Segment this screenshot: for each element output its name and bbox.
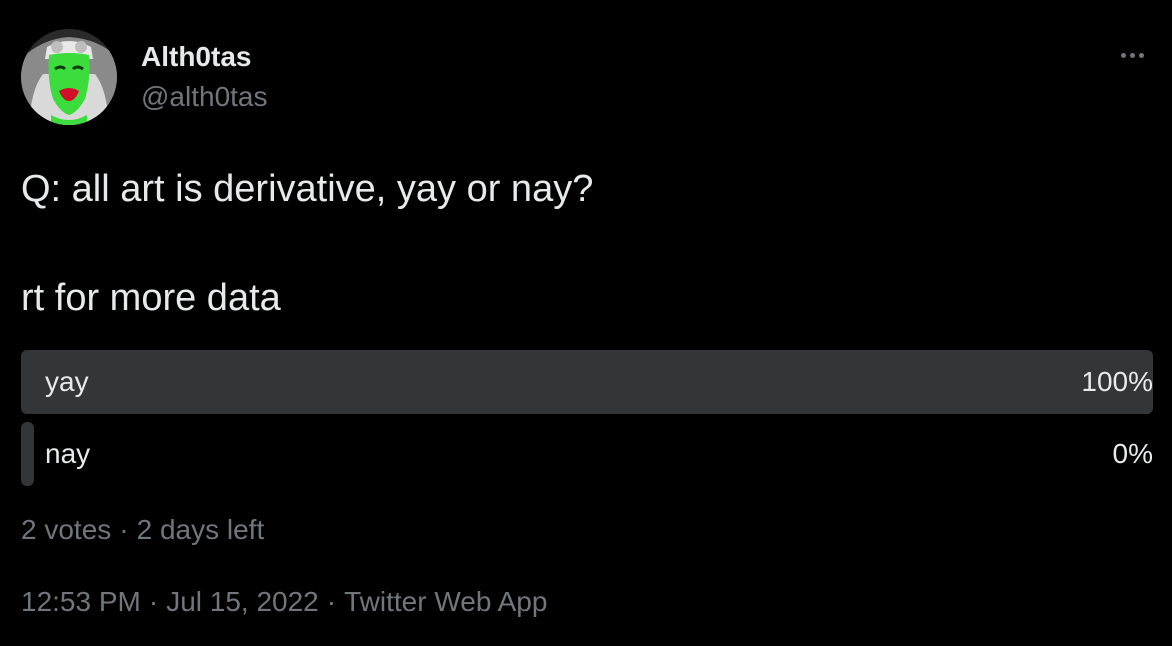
poll-option-percent: 0%	[1112, 438, 1153, 469]
poll: yay 100% nay 0%	[21, 350, 1153, 494]
poll-vote-count: 2 votes	[21, 514, 112, 545]
separator: ·	[119, 514, 129, 545]
poll-option-label: nay	[45, 438, 91, 469]
poll-option-label: yay	[45, 366, 89, 397]
separator: ·	[148, 586, 159, 617]
tweet: Alth0tas @alth0tas Q: all art is derivat…	[0, 0, 1172, 646]
poll-time-left: 2 days left	[136, 514, 265, 545]
tweet-text: Q: all art is derivative, yay or nay? rt…	[21, 164, 1151, 323]
poll-option-percent: 100%	[1081, 366, 1153, 397]
tweet-timestamp-date[interactable]: Jul 15, 2022	[166, 586, 319, 617]
green-face-avatar-icon	[21, 29, 117, 125]
poll-option-nay[interactable]: nay 0%	[21, 422, 1153, 486]
poll-result-bar	[21, 350, 1153, 414]
tweet-timestamp-time[interactable]: 12:53 PM	[21, 586, 141, 617]
display-name[interactable]: Alth0tas	[141, 40, 251, 74]
avatar[interactable]	[21, 29, 117, 125]
user-handle[interactable]: @alth0tas	[141, 80, 268, 114]
tweet-source-link[interactable]: Twitter Web App	[344, 586, 547, 617]
tweet-footer: 12:53 PM · Jul 15, 2022 · Twitter Web App	[21, 584, 547, 620]
separator: ·	[326, 586, 337, 617]
tweet-text-line: Q: all art is derivative, yay or nay?	[21, 168, 594, 210]
poll-result-bar	[21, 422, 34, 486]
more-options-button[interactable]	[1114, 40, 1150, 70]
poll-meta: 2 votes · 2 days left	[21, 512, 264, 548]
more-horizontal-icon	[1119, 52, 1146, 58]
tweet-text-line: rt for more data	[21, 277, 281, 319]
poll-option-yay[interactable]: yay 100%	[21, 350, 1153, 414]
